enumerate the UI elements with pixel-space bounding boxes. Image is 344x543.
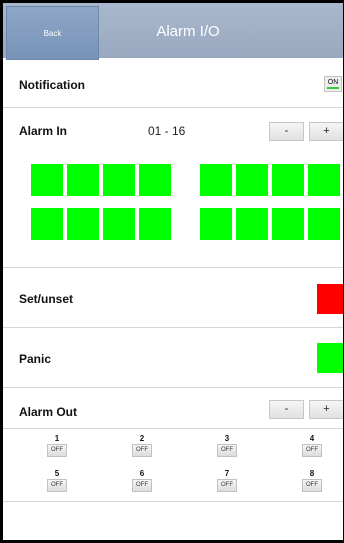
alarm-output-4: 4 OFF [300,434,324,457]
page-title: Alarm I/O [156,23,220,40]
output-number: 8 [309,469,315,478]
alarm-in-grid-left [31,164,171,240]
output-3-off-button[interactable]: OFF [217,444,237,457]
alarm-out-minus-button[interactable]: - [269,400,304,419]
output-7-off-button[interactable]: OFF [217,479,237,492]
panic-label: Panic [19,352,52,366]
alarm-output-8: 8 OFF [300,469,324,492]
alarm-input-12[interactable] [139,208,171,240]
alarm-input-16[interactable] [308,208,340,240]
alarm-output-1: 1 OFF [45,434,69,457]
alarm-output-5: 5 OFF [45,469,69,492]
alarm-in-plus-button[interactable]: + [309,122,343,141]
alarm-out-row: Alarm Out - + [3,388,343,429]
alarm-input-9[interactable] [31,208,63,240]
back-button[interactable]: Back [6,6,99,60]
output-1-off-button[interactable]: OFF [47,444,67,457]
alarm-input-14[interactable] [236,208,268,240]
output-number: 3 [224,434,230,443]
alarm-input-15[interactable] [272,208,304,240]
alarm-in-grid-right [200,164,340,240]
output-6-off-button[interactable]: OFF [132,479,152,492]
alarm-in-label: Alarm In [19,124,68,138]
output-number: 1 [54,434,60,443]
output-number: 5 [54,469,60,478]
alarm-input-4[interactable] [139,164,171,196]
alarm-input-6[interactable] [236,164,268,196]
set-unset-row: Set/unset [3,268,343,328]
alarm-input-3[interactable] [103,164,135,196]
output-number: 2 [139,434,145,443]
output-2-off-button[interactable]: OFF [132,444,152,457]
alarm-in-range: 01 - 16 [148,124,186,138]
alarm-output-6: 6 OFF [130,469,154,492]
toggle-on-indicator [327,87,339,89]
alarm-in-section: Alarm In 01 - 16 - + [3,108,343,268]
notification-toggle-label: ON [327,79,339,86]
alarm-input-1[interactable] [31,164,63,196]
title-bar: Back Alarm I/O [3,3,343,60]
alarm-out-label: Alarm Out [19,405,78,419]
output-5-off-button[interactable]: OFF [47,479,67,492]
alarm-input-7[interactable] [272,164,304,196]
alarm-input-10[interactable] [67,208,99,240]
panic-row: Panic [3,328,343,388]
alarm-in-minus-button[interactable]: - [269,122,304,141]
alarm-output-2: 2 OFF [130,434,154,457]
output-number: 7 [224,469,230,478]
alarm-out-plus-button[interactable]: + [309,400,343,419]
output-4-off-button[interactable]: OFF [302,444,322,457]
output-number: 4 [309,434,315,443]
notification-toggle[interactable]: ON [324,76,342,92]
alarm-out-outputs: 1 OFF 2 OFF 3 OFF 4 OFF 5 OFF 6 OFF 7 OF… [3,429,343,502]
panic-indicator[interactable] [317,343,343,373]
output-8-off-button[interactable]: OFF [302,479,322,492]
notification-label: Notification [19,78,85,92]
output-number: 6 [139,469,145,478]
alarm-output-3: 3 OFF [215,434,239,457]
alarm-input-2[interactable] [67,164,99,196]
set-unset-label: Set/unset [19,292,74,306]
alarm-input-8[interactable] [308,164,340,196]
alarm-io-screen: Back Alarm I/O Notification ON Alarm In … [0,0,344,543]
alarm-input-13[interactable] [200,208,232,240]
notification-row: Notification ON [3,58,343,108]
alarm-output-7: 7 OFF [215,469,239,492]
alarm-input-11[interactable] [103,208,135,240]
set-unset-indicator[interactable] [317,284,343,314]
alarm-input-5[interactable] [200,164,232,196]
